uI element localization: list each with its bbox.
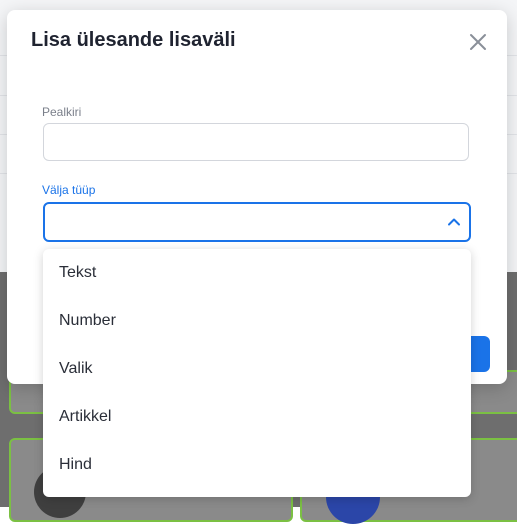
field-type-select[interactable] bbox=[43, 202, 471, 242]
option-artikkel[interactable]: Artikkel bbox=[43, 393, 471, 441]
option-tekst[interactable]: Tekst bbox=[43, 249, 471, 297]
title-field-label: Pealkiri bbox=[42, 105, 82, 119]
field-type-label: Välja tüüp bbox=[42, 183, 96, 197]
dialog-title: Lisa ülesande lisaväli bbox=[31, 29, 236, 51]
close-icon bbox=[470, 34, 486, 50]
field-type-dropdown: Tekst Number Valik Artikkel Hind bbox=[43, 249, 471, 497]
chevron-up-icon bbox=[448, 218, 460, 226]
option-number[interactable]: Number bbox=[43, 297, 471, 345]
option-hind[interactable]: Hind bbox=[43, 441, 471, 489]
option-valik[interactable]: Valik bbox=[43, 345, 471, 393]
close-button[interactable] bbox=[466, 30, 490, 54]
title-input[interactable] bbox=[43, 123, 469, 161]
